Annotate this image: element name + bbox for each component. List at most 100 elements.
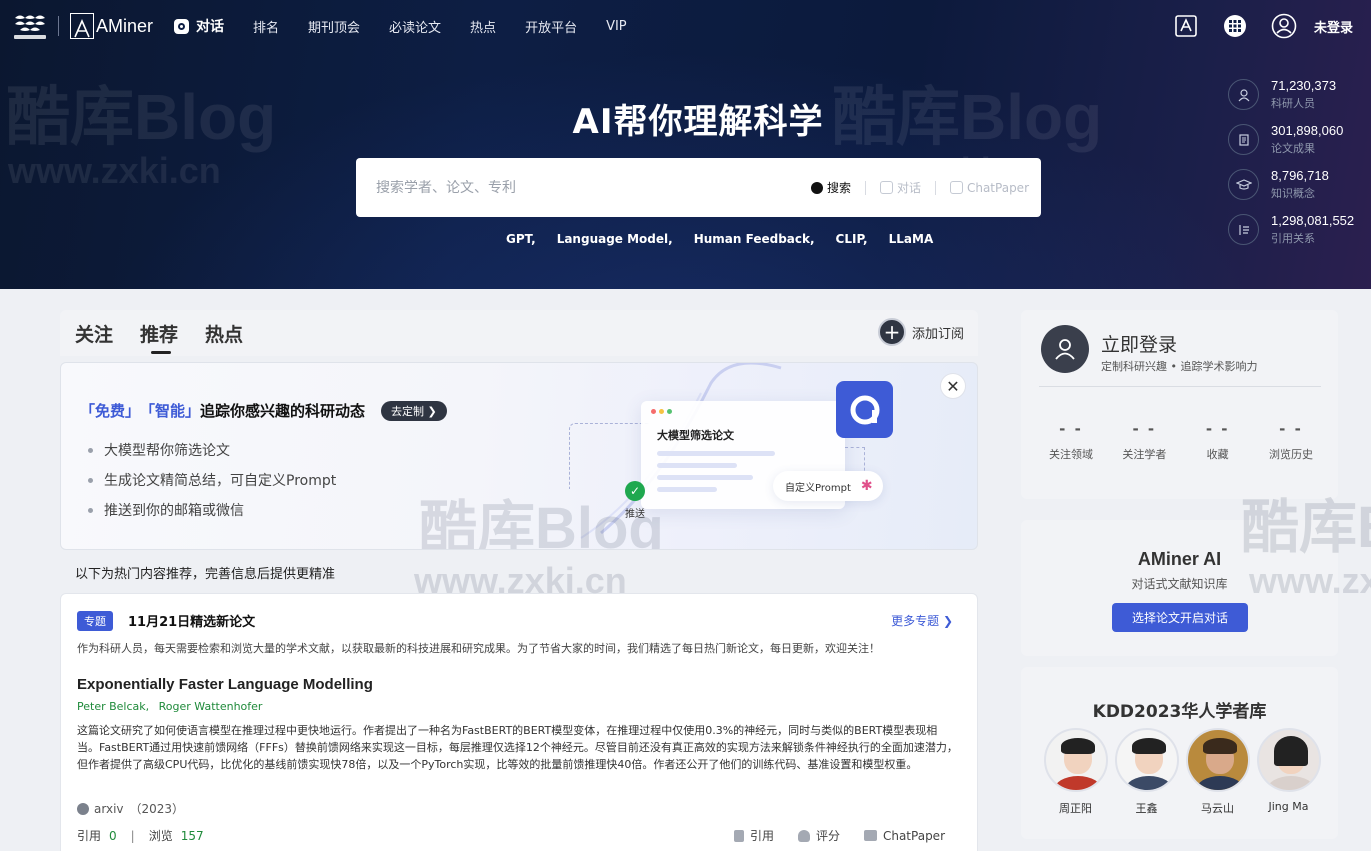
view-count: 157 [180,828,204,843]
stat-favorites[interactable]: - - 收藏 [1183,420,1253,462]
document-icon [1228,124,1259,155]
chatpaper-icon [949,181,963,194]
search-box: 搜索 对话 ChatPaper [356,158,1041,217]
apps-grid-icon[interactable] [1219,10,1251,42]
topic-tag: 专题 [77,611,113,631]
search-chat-button[interactable]: 对话 [879,179,921,196]
keyword-link[interactable]: GPT, [506,232,536,246]
citation-count: 0 [109,828,117,843]
stat-label: 收藏 [1206,448,1229,461]
login-link[interactable]: 未登录 [1314,17,1353,36]
topic-title[interactable]: 11月21日精选新论文 [128,611,255,630]
scholar-item[interactable]: 马云山 [1182,728,1253,816]
stat-value: - - [1132,420,1157,438]
push-badge: ✓ 推送 [619,481,651,520]
stat-history[interactable]: - - 浏览历史 [1256,420,1326,462]
keyword-link[interactable]: LLaMA [889,232,934,246]
search-button[interactable]: 搜索 [810,179,851,196]
divider: | [130,828,135,843]
login-now-link[interactable]: 立即登录 [1101,330,1177,357]
nav-item-open-platform[interactable]: 开放平台 [525,14,577,38]
translate-icon[interactable] [1170,10,1202,42]
chatpaper-button[interactable]: ChatPaper [863,828,945,843]
avatar-icon[interactable] [1041,325,1089,373]
paper-venue: arxiv （2023） [77,800,184,817]
cite-button-label: 引用 [749,829,774,843]
more-topics-link[interactable]: 更多专题 ❯ [891,612,953,629]
top-navigation: AMiner 对话 排名 期刊顶会 必读论文 热点 开放平台 VIP 未登录 [0,0,1371,52]
topic-description: 作为科研人员，每天需要检索和浏览大量的学术文献，以获取最新的科技进展和研究成果。… [77,642,880,655]
author-link[interactable]: Roger Wattenhofer [159,700,263,713]
cite-button[interactable]: 引用 [733,827,774,844]
user-icon[interactable] [1268,10,1300,42]
stat-followed-fields[interactable]: - - 关注领域 [1036,420,1106,462]
custom-prompt-chip: 自定义Prompt ✱ [773,471,883,501]
tab-hot[interactable]: 热点 [205,310,243,356]
keyword-link[interactable]: Language Model, [557,232,673,246]
search-input[interactable] [376,179,776,196]
scholar-name: 王鑫 [1135,802,1158,815]
aminer-logo-mark-icon [70,13,94,39]
scholar-list: 周正阳 王鑫 马云山 Jing Ma [1040,728,1324,816]
site-stats: 71,230,373 科研人员 301,898,060 论文成果 8,796,718… [1228,72,1354,252]
aminer-logo[interactable]: AMiner [70,12,153,40]
customize-button-label: 去定制 [391,404,425,418]
search-chatpaper-button[interactable]: ChatPaper [949,180,1029,195]
nav-item-chat[interactable]: 对话 [174,14,224,38]
start-chat-button[interactable]: 选择论文开启对话 [1112,603,1248,632]
stat-number: 1,298,081,552 [1271,213,1355,228]
placeholder-line [657,451,775,456]
scholar-photo [1114,728,1179,792]
nav-item-must-read[interactable]: 必读论文 [389,14,441,38]
aminer-ai-title: AMiner AI [1137,549,1222,569]
stat-label: 科研人员 [1271,97,1315,110]
keyword-link[interactable]: CLIP, [836,232,868,246]
author-link[interactable]: Peter Belcak, [77,700,149,713]
more-topics-label: 更多专题 [891,614,940,628]
stat-label: 浏览历史 [1268,448,1313,461]
keyword-link[interactable]: Human Feedback, [694,232,815,246]
view-label: 浏览 [148,829,173,843]
tab-recommend[interactable]: 推荐 [140,310,178,356]
graduation-cap-icon [1228,169,1259,200]
paper-title[interactable]: Exponentially Faster Language Modelling [77,676,373,693]
nav-item-hot[interactable]: 热点 [470,14,496,38]
scholar-item[interactable]: 周正阳 [1040,728,1111,816]
topic-card: 专题 11月21日精选新论文 更多专题 ❯ 作为科研人员，每天需要检索和浏览大量… [60,593,978,851]
nav-menu: 对话 排名 期刊顶会 必读论文 热点 开放平台 VIP [174,14,656,38]
rate-button[interactable]: 评分 [797,827,840,844]
add-subscription-button[interactable]: + 添加订阅 [877,318,964,346]
scholar-name: 周正阳 [1059,802,1092,815]
user-stats: - - 关注领域 - - 关注学者 - - 收藏 - - 浏览历史 [1036,420,1326,462]
customize-button[interactable]: 去定制 ❯ [381,400,447,421]
paper-abstract: 这篇论文研究了如何使语言模型在推理过程中更快地运行。作者提出了一种名为FastB… [77,724,958,771]
stat-researchers: 71,230,373 科研人员 [1228,72,1354,117]
search-chatpaper-label: ChatPaper [966,180,1029,195]
check-icon: ✓ [625,481,645,501]
search-icon [810,181,823,194]
close-icon[interactable]: ✕ [940,373,966,399]
tab-follow[interactable]: 关注 [75,310,113,356]
stat-followed-scholars[interactable]: - - 关注学者 [1109,420,1179,462]
aminer-app-icon [836,381,893,438]
scholar-photo [1256,728,1321,792]
globe-icon [77,802,89,815]
nav-item-vip[interactable]: VIP [606,14,627,38]
scholar-item[interactable]: Jing Ma [1253,728,1324,816]
banner-feature: 生成论文精简总结，可自定义Prompt [88,465,336,495]
sknest-logo[interactable] [12,10,50,42]
recommend-hint: 以下为热门内容推荐，完善信息后提供更精准 [75,567,336,582]
scholar-name: 马云山 [1201,802,1234,815]
nav-item-journals[interactable]: 期刊顶会 [308,14,360,38]
watermark-url: www.zxki.cn [8,150,221,191]
scholar-item[interactable]: 王鑫 [1111,728,1182,816]
plus-icon: + [877,318,906,346]
banner-title: 「免费」 「智能」 追踪你感兴趣的科研动态 去定制 ❯ [80,400,447,421]
stat-concepts: 8,796,718 知识概念 [1228,162,1354,207]
chat-icon [879,181,893,194]
banner-title-text: 追踪你感兴趣的科研动态 [200,402,366,420]
list-icon [1228,214,1259,245]
nav-item-ranking[interactable]: 排名 [253,14,279,38]
chatpaper-button-label: ChatPaper [882,828,945,843]
stat-label: 论文成果 [1271,142,1315,155]
